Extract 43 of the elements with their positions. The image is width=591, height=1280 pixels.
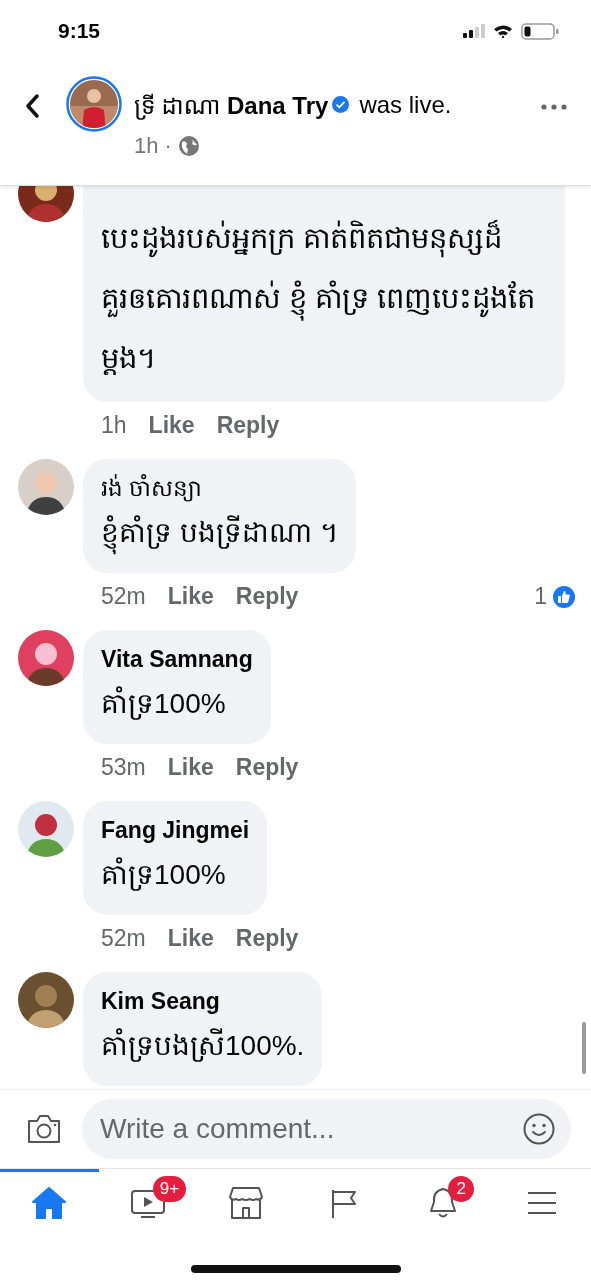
reaction-count: 1 — [534, 583, 547, 610]
like-link[interactable]: Like — [148, 412, 195, 439]
comment-time: 53m — [101, 754, 146, 781]
like-icon — [553, 585, 575, 608]
signal-icon — [463, 24, 485, 38]
reply-link[interactable]: Reply — [235, 925, 299, 952]
battery-icon — [521, 22, 559, 40]
camera-icon[interactable] — [26, 1113, 62, 1145]
count-badge: 9+ — [152, 1176, 187, 1202]
comment-text: បេះដូងរបស់អ្នកក្រ គាត់ពិតជាមនុស្សដ៏គួរឲគោរពណាស់ ខ្ញុំ គាំទ្រ ពេញបេះដូងតែម្តង។ — [101, 219, 537, 377]
count-badge: 2 — [448, 1176, 475, 1202]
comment-author[interactable]: Fang Jingmei — [101, 813, 250, 847]
comment-time: 52m — [101, 583, 146, 610]
status-time: 9:15 — [58, 19, 101, 43]
comment-author[interactable]: Vita Samnang — [101, 642, 253, 676]
like-link[interactable]: Like — [167, 583, 214, 610]
globe-icon — [177, 135, 200, 157]
house-icon — [31, 1185, 68, 1220]
like-link[interactable]: Like — [167, 754, 214, 781]
comment-author[interactable]: រង់ ចាំសន្យា — [101, 471, 338, 505]
page-name[interactable]: ទ្រី ដាណា Dana Try — [134, 88, 329, 121]
comment-time: 1h — [101, 412, 127, 439]
emoji-icon[interactable] — [523, 1113, 555, 1145]
post-time: 1h — [134, 133, 159, 159]
more-button[interactable] — [541, 102, 569, 112]
video-tab[interactable]: 9+ — [98, 1169, 197, 1233]
comment-text: គាំទ្រ100% — [101, 856, 227, 893]
notifications-tab[interactable]: 2 — [394, 1169, 493, 1233]
reply-link[interactable]: Reply — [216, 412, 280, 439]
comment-text: ខ្ញុំគាំទ្រ បងទ្រីដាណា ។ — [101, 507, 338, 559]
verified-icon — [332, 96, 350, 113]
post-action: was live. — [359, 90, 452, 119]
wifi-icon — [493, 23, 513, 39]
shop-icon — [228, 1185, 265, 1220]
comment-text: គាំទ្របងស្រី100%. — [101, 1027, 305, 1064]
comment-text: គាំទ្រ100% — [101, 685, 227, 722]
comment-time: 52m — [101, 925, 146, 952]
comment-author[interactable]: Kim Seang — [101, 984, 305, 1018]
like-link[interactable]: Like — [167, 925, 214, 952]
comment-field[interactable]: Write a comment... — [82, 1099, 571, 1159]
reply-link[interactable]: Reply — [235, 583, 299, 610]
reply-link[interactable]: Reply — [235, 754, 299, 781]
separator-dot: · — [164, 133, 172, 159]
